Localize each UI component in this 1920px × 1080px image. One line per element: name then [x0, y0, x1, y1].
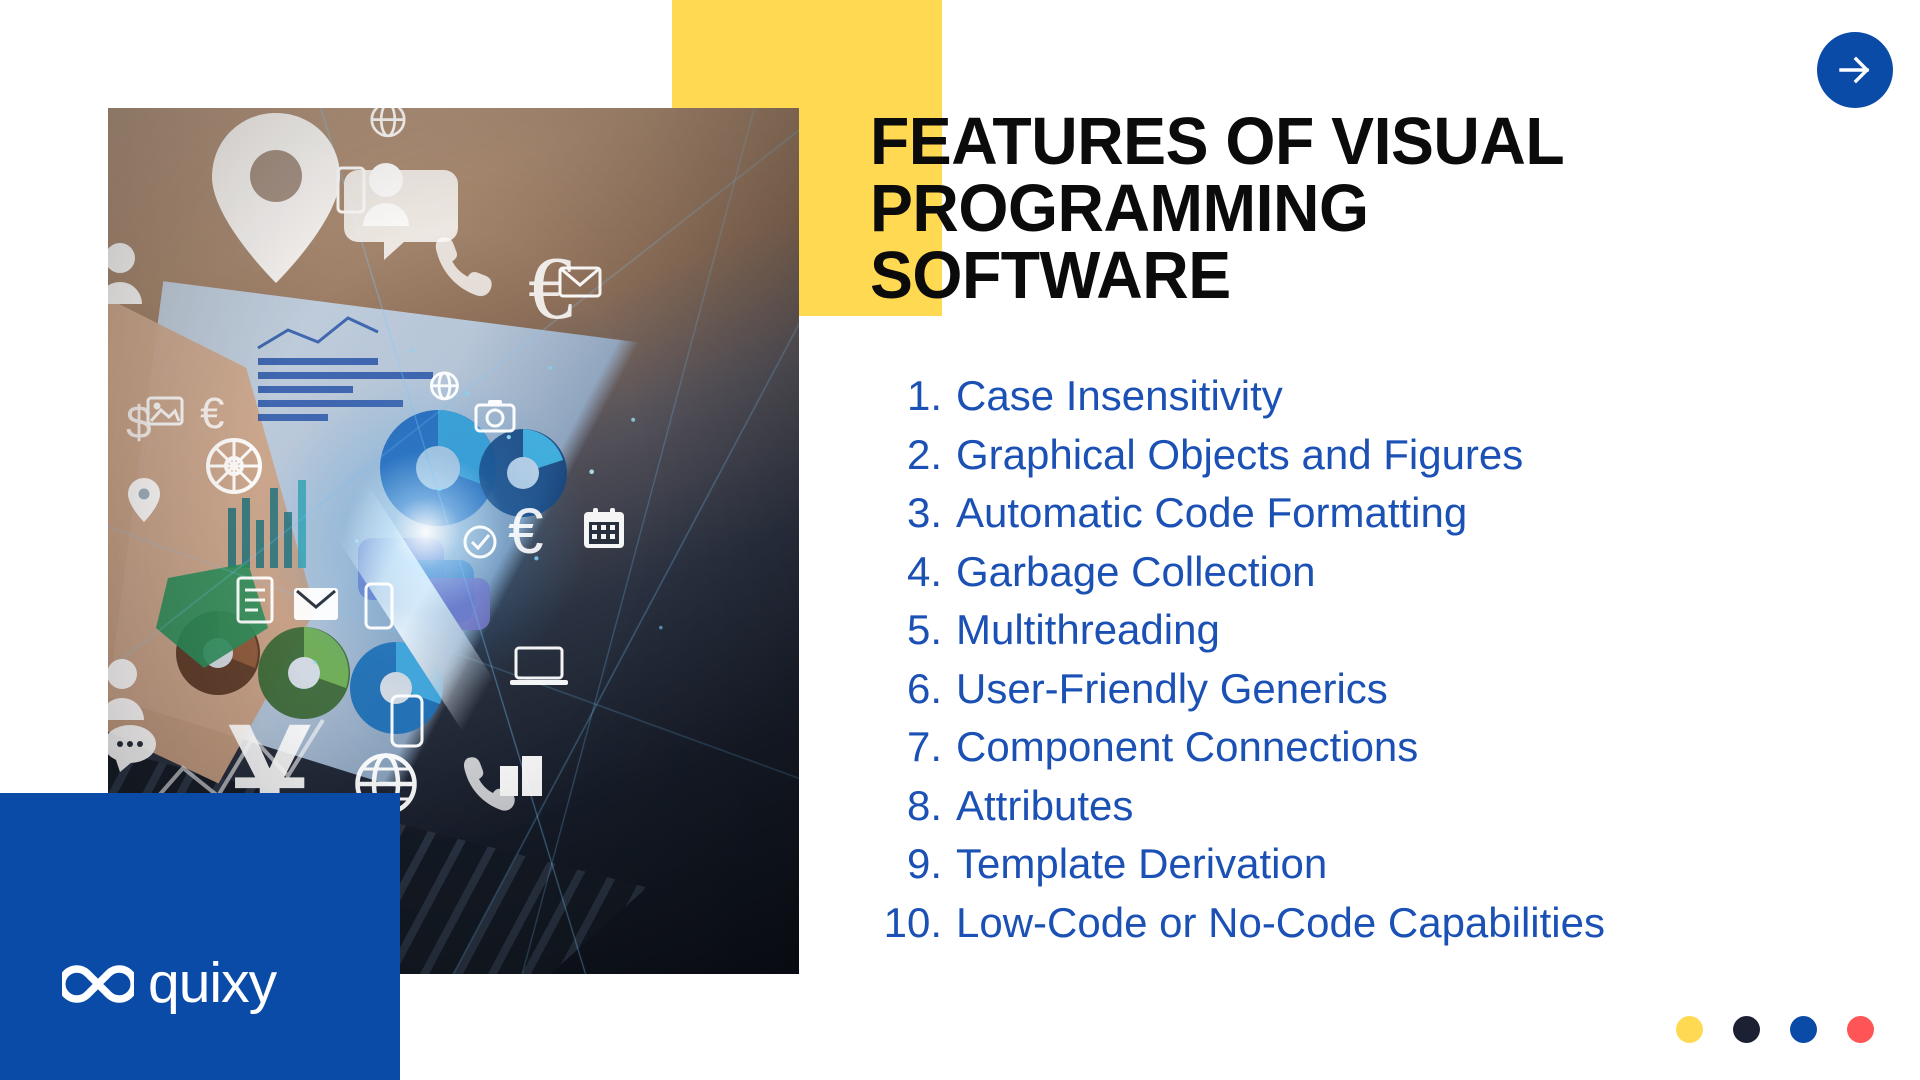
list-item: 2. Graphical Objects and Figures	[870, 426, 1830, 485]
list-item-number: 7.	[906, 723, 942, 770]
list-item-number: 3.	[906, 489, 942, 536]
list-item: 7. Component Connections	[870, 718, 1830, 777]
list-item: 6. User-Friendly Generics	[870, 660, 1830, 719]
features-list: 1. Case Insensitivity 2. Graphical Objec…	[870, 367, 1830, 952]
list-item-number: 1.	[906, 372, 942, 419]
list-item-number: 5.	[906, 606, 942, 653]
list-item-label: User-Friendly Generics	[956, 664, 1388, 712]
blue-accent-block	[0, 793, 400, 1080]
dot-navy	[1733, 1015, 1760, 1043]
color-dots	[1676, 1014, 1888, 1044]
dot-yellow	[1676, 1015, 1703, 1043]
list-item-label: Graphical Objects and Figures	[956, 430, 1524, 478]
list-item: 1. Case Insensitivity	[870, 367, 1830, 426]
list-item-number: 8.	[906, 781, 942, 829]
list-item-number: 2.	[906, 430, 942, 478]
page-title: FEATURES OF VISUAL PROGRAMMING SOFTWARE	[870, 104, 1565, 313]
slide-canvas: € $ €	[0, 0, 1920, 1080]
dot-blue	[1790, 1015, 1817, 1043]
list-item-label: Component Connections	[956, 723, 1419, 770]
list-item: 8. Attributes	[870, 777, 1830, 836]
content-column: FEATURES OF VISUAL PROGRAMMING SOFTWARE …	[870, 108, 1830, 952]
list-item-label: Attributes	[956, 781, 1134, 829]
list-item-label: Multithreading	[956, 606, 1220, 653]
list-item: 4. Garbage Collection	[870, 543, 1830, 602]
list-item-label: Case Insensitivity	[956, 372, 1283, 419]
list-item-label: Automatic Code Formatting	[956, 489, 1468, 536]
next-slide-button[interactable]	[1817, 32, 1893, 108]
brand-logo: quixy	[62, 951, 277, 1015]
interlocking-loops-icon	[62, 956, 134, 1012]
brand-name: quixy	[148, 951, 277, 1015]
list-item: 10. Low-Code or No-Code Capabilities	[870, 894, 1830, 953]
list-item: 9. Template Derivation	[870, 835, 1830, 894]
list-item: 5. Multithreading	[870, 601, 1830, 660]
list-item-number: 9.	[906, 840, 942, 887]
dot-red	[1847, 1015, 1874, 1043]
list-item-label: Garbage Collection	[956, 547, 1316, 595]
list-item: 3. Automatic Code Formatting	[870, 484, 1830, 543]
list-item-number: 4.	[906, 547, 942, 595]
list-item-label: Low-Code or No-Code Capabilities	[956, 898, 1605, 946]
list-item-number: 10.	[883, 898, 942, 946]
list-item-label: Template Derivation	[956, 840, 1328, 887]
list-item-number: 6.	[906, 664, 942, 712]
arrow-right-icon	[1834, 49, 1876, 91]
